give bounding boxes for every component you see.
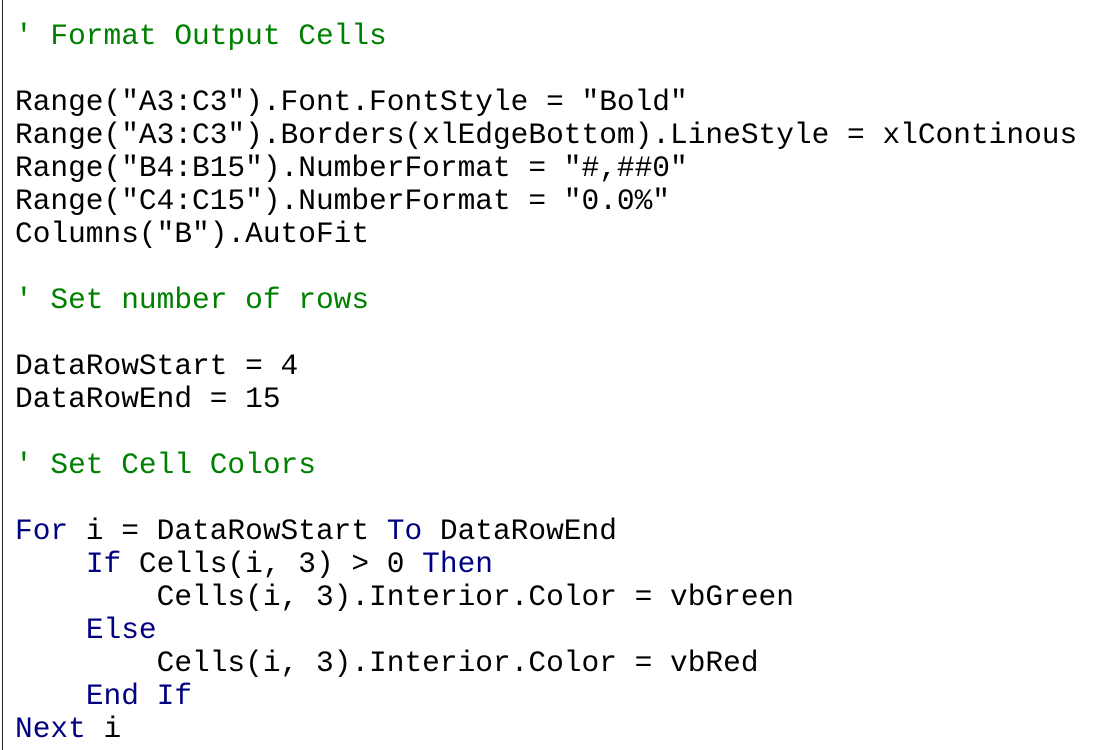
code-text[interactable]: ' Format Output Cells Range("A3:C3").Font… bbox=[15, 20, 1077, 746]
code-token: Cells(i, 3).Interior.Color = vbGreen bbox=[15, 580, 794, 614]
code-line: Else bbox=[15, 614, 1077, 647]
code-line: Range("B4:B15").NumberFormat = "#,##0" bbox=[15, 152, 1077, 185]
keyword-token: Next bbox=[15, 712, 86, 746]
code-line: If Cells(i, 3) > 0 Then bbox=[15, 548, 1077, 581]
code-token: Range("A3:C3").Font.FontStyle = "Bold" bbox=[15, 85, 688, 119]
code-line: Range("C4:C15").NumberFormat = "0.0%" bbox=[15, 185, 1077, 218]
code-line: Range("A3:C3").Font.FontStyle = "Bold" bbox=[15, 86, 1077, 119]
code-token: DataRowEnd = 15 bbox=[15, 382, 281, 416]
code-token: Cells(i, 3) > 0 bbox=[121, 547, 423, 581]
code-line: DataRowEnd = 15 bbox=[15, 383, 1077, 416]
code-token: i = DataRowStart bbox=[68, 514, 387, 548]
code-line: Next i bbox=[15, 713, 1077, 746]
keyword-token: To bbox=[386, 514, 423, 548]
code-token: Range("C4:C15").NumberFormat = "0.0%" bbox=[15, 184, 671, 218]
code-token: DataRowEnd bbox=[422, 514, 617, 548]
keyword-token: If bbox=[85, 547, 122, 581]
code-token: Range("B4:B15").NumberFormat = "#,##0" bbox=[15, 151, 688, 185]
code-token: Range("A3:C3").Borders(xlEdgeBottom).Lin… bbox=[15, 118, 1078, 152]
code-line: ' Set number of rows bbox=[15, 284, 1077, 317]
code-line: ' Format Output Cells bbox=[15, 20, 1077, 53]
keyword-token: Else bbox=[85, 613, 157, 647]
code-line: End If bbox=[15, 680, 1077, 713]
keyword-token: End If bbox=[85, 679, 193, 713]
code-line: For i = DataRowStart To DataRowEnd bbox=[15, 515, 1077, 548]
code-line: Columns("B").AutoFit bbox=[15, 218, 1077, 251]
code-line: DataRowStart = 4 bbox=[15, 350, 1077, 383]
code-line: ' Set Cell Colors bbox=[15, 449, 1077, 482]
code-token: Cells(i, 3).Interior.Color = vbRed bbox=[15, 646, 759, 680]
comment-token: ' Set Cell Colors bbox=[15, 448, 316, 482]
code-token: DataRowStart = 4 bbox=[15, 349, 299, 383]
code-line: Cells(i, 3).Interior.Color = vbRed bbox=[15, 647, 1077, 680]
code-token: Columns("B").AutoFit bbox=[15, 217, 370, 251]
comment-token: ' Format Output Cells bbox=[15, 19, 387, 53]
code-token: i bbox=[85, 712, 122, 746]
keyword-token: For bbox=[15, 514, 69, 548]
code-line: Cells(i, 3).Interior.Color = vbGreen bbox=[15, 581, 1077, 614]
code-editor[interactable]: ' Format Output Cells Range("A3:C3").Font… bbox=[2, 0, 1099, 750]
comment-token: ' Set number of rows bbox=[15, 283, 370, 317]
keyword-token: Then bbox=[422, 547, 493, 581]
code-line: Range("A3:C3").Borders(xlEdgeBottom).Lin… bbox=[15, 119, 1077, 152]
